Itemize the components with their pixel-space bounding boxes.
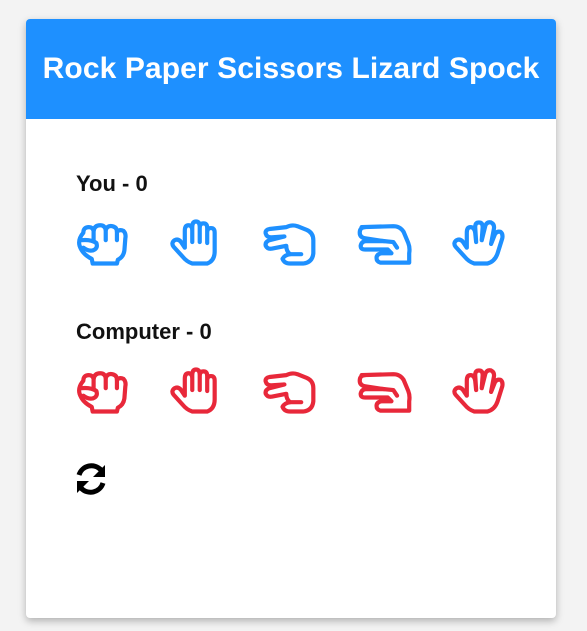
fist-icon — [77, 223, 128, 266]
scissors-hand-icon — [263, 371, 316, 414]
lizard-hand-icon — [357, 224, 412, 265]
scissors-hand-icon — [263, 223, 316, 266]
computer-lizard-choice — [354, 365, 414, 417]
computer-score-label: Computer - 0 — [76, 319, 212, 345]
player-paper-button[interactable] — [166, 217, 226, 269]
player-scissors-button[interactable] — [260, 217, 320, 269]
computer-choices — [72, 365, 508, 417]
computer-score-separator: - — [179, 319, 200, 344]
refresh-button[interactable] — [74, 462, 108, 496]
player-choices — [72, 217, 508, 269]
player-rock-button[interactable] — [72, 217, 132, 269]
computer-score: 0 — [199, 319, 212, 344]
lizard-hand-icon — [357, 372, 412, 413]
computer-spock-choice — [448, 365, 508, 417]
player-score-label: You - 0 — [76, 171, 148, 197]
game-card: Rock Paper Scissors Lizard Spock You - 0 — [26, 19, 556, 618]
open-hand-icon — [170, 367, 217, 414]
page-title: Rock Paper Scissors Lizard Spock — [42, 52, 540, 85]
spock-hand-icon — [452, 368, 505, 414]
player-score: 0 — [135, 171, 148, 196]
player-name: You — [76, 171, 116, 196]
computer-rock-choice — [72, 365, 132, 417]
open-hand-icon — [170, 219, 217, 266]
player-lizard-button[interactable] — [354, 217, 414, 269]
computer-scissors-choice — [260, 365, 320, 417]
player-score-separator: - — [115, 171, 136, 196]
computer-name: Computer — [76, 319, 180, 344]
refresh-icon — [76, 463, 106, 495]
player-spock-button[interactable] — [448, 217, 508, 269]
header-bar: Rock Paper Scissors Lizard Spock — [26, 19, 556, 119]
fist-icon — [77, 371, 128, 414]
spock-hand-icon — [452, 220, 505, 266]
computer-paper-choice — [166, 365, 226, 417]
